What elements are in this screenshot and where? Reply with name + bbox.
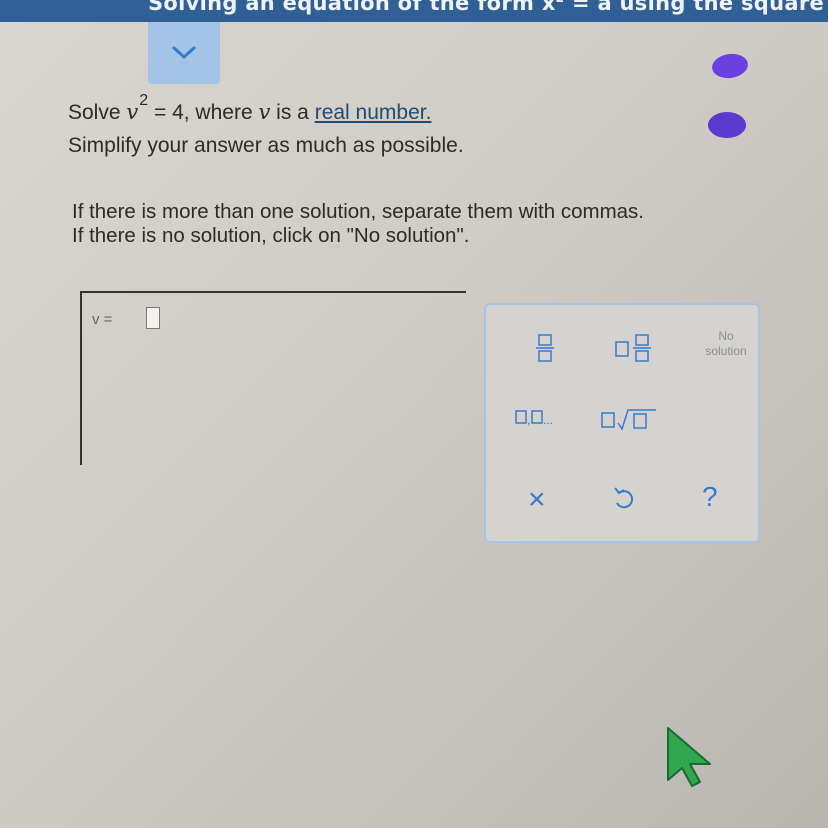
mixed-number-icon xyxy=(615,334,651,362)
answer-label: v = xyxy=(92,311,113,328)
undo-icon xyxy=(614,487,634,509)
real-number-link[interactable]: real number. xyxy=(315,101,432,125)
list-ellipsis: ... xyxy=(543,413,553,427)
mouse-pointer-icon xyxy=(664,724,718,793)
list-icon: , ... xyxy=(515,410,553,427)
equation-variable: v xyxy=(126,100,139,124)
equation-exponent: 2 xyxy=(139,92,149,109)
math-keypad: No solution , ... × ? xyxy=(484,303,760,543)
answer-area: v = xyxy=(80,291,466,465)
instruction-line-1: If there is more than one solution, sepa… xyxy=(72,200,644,223)
page-title: Solving an equation of the form x2 = a u… xyxy=(148,0,828,15)
undo-button[interactable] xyxy=(612,485,636,513)
is-a-text: is a xyxy=(270,101,315,124)
clear-button[interactable]: × xyxy=(528,483,546,517)
fraction-icon xyxy=(536,334,554,362)
nth-root-icon xyxy=(601,409,656,431)
solve-word: Solve xyxy=(68,101,121,124)
status-dot xyxy=(708,112,746,138)
collapse-button[interactable] xyxy=(148,22,220,84)
list-button[interactable]: , ... xyxy=(514,407,566,427)
chevron-down-icon xyxy=(172,46,196,59)
clear-icon: × xyxy=(528,483,546,516)
simplify-text: Simplify your answer as much as possible… xyxy=(68,134,464,157)
header-bar: Solving an equation of the form x2 = a u… xyxy=(0,0,828,22)
svg-text:,: , xyxy=(527,413,530,427)
instructions: If there is more than one solution, sepa… xyxy=(72,200,644,248)
instruction-line-2: If there is no solution, click on "No so… xyxy=(72,224,470,247)
equation-rest: = 4, where xyxy=(148,101,259,124)
help-icon: ? xyxy=(702,481,718,512)
fraction-button[interactable] xyxy=(534,333,556,363)
where-variable: v xyxy=(258,100,271,124)
help-button[interactable]: ? xyxy=(702,481,718,513)
mixed-number-button[interactable] xyxy=(614,333,654,363)
status-dot xyxy=(710,51,750,81)
answer-input[interactable] xyxy=(146,307,160,329)
problem-statement: Solve v 2 = 4, where v is a real number.… xyxy=(68,92,464,158)
nth-root-button[interactable] xyxy=(600,407,660,433)
no-solution-button[interactable]: No solution xyxy=(694,329,758,359)
